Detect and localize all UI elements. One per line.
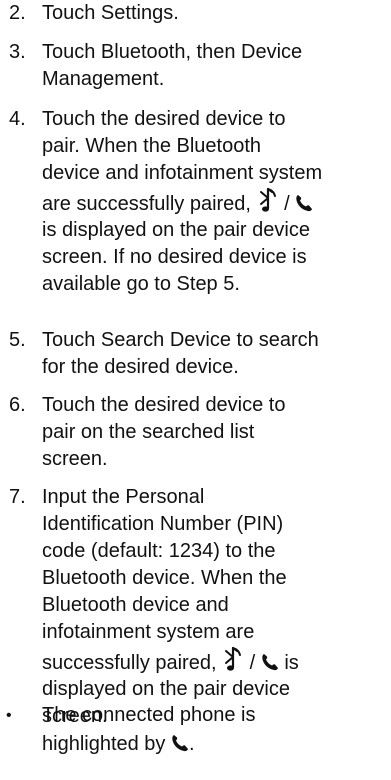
- bullet-symbol: •: [6, 707, 12, 724]
- step-number: 7.: [9, 486, 26, 508]
- separator-slash: /: [249, 652, 256, 674]
- step-text: Input the Personal Identification Number…: [42, 484, 386, 730]
- manual-page: 2. Touch Settings. 3. Touch Bluetooth, t…: [0, 0, 391, 780]
- phone-icon: [295, 193, 313, 213]
- step-text-line: are successfully paired,: [42, 193, 251, 215]
- bullet-text-line: highlighted by: [42, 733, 166, 755]
- step-text-line: Touch the desired device to: [42, 394, 286, 416]
- step-text: Touch the desired device to pair on the …: [42, 392, 386, 473]
- phone-icon: [171, 733, 189, 753]
- bullet-text: The connected phone is highlighted by .: [42, 702, 386, 759]
- step-number: 6.: [9, 394, 26, 416]
- step-text-line: displayed on the pair device: [42, 678, 290, 700]
- step-number: 4.: [9, 108, 26, 130]
- bullet-period: .: [189, 733, 195, 755]
- separator-slash: /: [284, 193, 290, 215]
- step-text-line: Identification Number (PIN): [42, 513, 284, 535]
- step-text-line: for the desired device.: [42, 356, 239, 378]
- step-text: Touch Bluetooth, then Device Management.: [42, 39, 386, 93]
- step-text-line: successfully paired,: [42, 652, 217, 674]
- step-text-line: is displayed on the pair device: [42, 219, 310, 241]
- step-number: 2.: [9, 2, 26, 24]
- phone-icon: [261, 652, 279, 672]
- step-text-line: device and infotainment system: [42, 162, 323, 184]
- bluetooth-music-icon: [257, 187, 279, 213]
- step-text-line: Touch Settings.: [42, 2, 179, 24]
- step-text-line: code (default: 1234) to the: [42, 540, 276, 562]
- step-text-line: screen.: [42, 448, 108, 470]
- step-text-line: screen. If no desired device is: [42, 246, 307, 268]
- step-text-line: is: [284, 652, 299, 674]
- bluetooth-music-icon: [222, 646, 244, 672]
- step-text-line: Management.: [42, 68, 165, 90]
- step-text-line: Touch the desired device to: [42, 108, 286, 130]
- step-text-line: Input the Personal: [42, 486, 205, 508]
- step-text-line: Bluetooth device and: [42, 594, 229, 616]
- step-text-line: Bluetooth device. When the: [42, 567, 287, 589]
- step-text-line: Touch Bluetooth, then Device: [42, 41, 303, 63]
- step-text: Touch Search Device to search for the de…: [42, 327, 386, 381]
- step-number: 3.: [9, 41, 26, 63]
- step-text: Touch Settings.: [42, 0, 386, 27]
- step-text-line: pair on the searched list: [42, 421, 255, 443]
- step-text-line: Touch Search Device to search: [42, 329, 319, 351]
- step-text-line: pair. When the Bluetooth: [42, 135, 262, 157]
- bullet-text-line: The connected phone is: [42, 704, 256, 726]
- step-number: 5.: [9, 329, 26, 351]
- step-text: Touch the desired device to pair. When t…: [42, 106, 386, 298]
- step-text-line: available go to Step 5.: [42, 273, 240, 295]
- step-text-line: infotainment system are: [42, 621, 255, 643]
